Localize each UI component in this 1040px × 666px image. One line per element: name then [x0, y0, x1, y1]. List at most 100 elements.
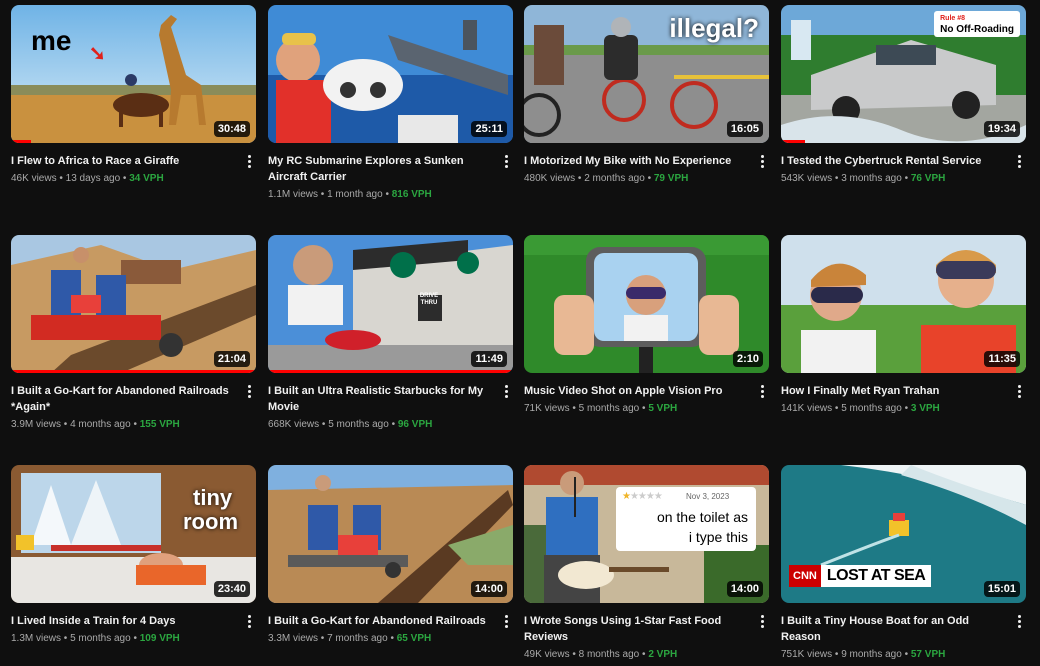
video-card[interactable]: DRIVE THRU 11:49 I Built an Ultra Realis…	[268, 235, 513, 433]
video-stats: 141K views • 5 months ago • 3 VPH	[781, 401, 1004, 417]
video-card[interactable]: 21:04 I Built a Go-Kart for Abandoned Ra…	[11, 235, 256, 433]
video-card[interactable]: illegal? 16:05 I Motorized My Bike with …	[524, 5, 769, 187]
more-options-icon[interactable]	[757, 383, 767, 399]
view-count: 1.3M views	[11, 633, 62, 644]
review-text-line: on the toilet as	[656, 509, 748, 525]
view-count: 3.3M views	[268, 633, 319, 644]
more-options-icon[interactable]	[244, 383, 254, 399]
video-duration: 19:34	[983, 121, 1020, 137]
separator: •	[901, 649, 911, 660]
separator: •	[569, 403, 579, 414]
video-thumbnail[interactable]: ★★★★★ Nov 3, 2023 on the toilet as i typ…	[524, 465, 769, 603]
video-thumbnail[interactable]: 11:35	[781, 235, 1026, 373]
video-title[interactable]: I Built a Go-Kart for Abandoned Railroad…	[268, 613, 491, 629]
separator: •	[644, 173, 654, 184]
upload-age: 3 months ago	[841, 173, 902, 184]
video-duration: 21:04	[213, 351, 250, 367]
video-thumbnail[interactable]: illegal? 16:05	[524, 5, 769, 143]
thumbnail-overlay-text: illegal?	[669, 13, 759, 43]
vph-badge: 2 VPH	[648, 649, 678, 660]
star-rating-icon: ★★★★★	[622, 491, 663, 502]
separator: •	[569, 649, 579, 660]
upload-age: 13 days ago	[65, 173, 121, 184]
video-duration: 30:48	[213, 121, 250, 137]
video-card[interactable]: 25:11 My RC Submarine Explores a Sunken …	[268, 5, 513, 203]
video-thumbnail[interactable]: 25:11	[268, 5, 513, 143]
video-thumbnail[interactable]: 14:00	[268, 465, 513, 603]
video-thumbnail[interactable]: Rule #8 No Off-Roading 19:34	[781, 5, 1026, 143]
more-options-icon[interactable]	[757, 613, 767, 629]
vph-badge: 816 VPH	[391, 189, 432, 200]
video-title[interactable]: I Built a Go-Kart for Abandoned Railroad…	[11, 383, 234, 415]
view-count: 543K views	[781, 173, 833, 184]
separator: •	[61, 633, 71, 644]
rule-badge-label: Rule #8	[940, 15, 966, 22]
vph-badge: 57 VPH	[910, 649, 946, 660]
video-thumbnail[interactable]: DRIVE THRU 11:49	[268, 235, 513, 373]
more-options-icon[interactable]	[501, 383, 511, 399]
video-title[interactable]: I Lived Inside a Train for 4 Days	[11, 613, 234, 629]
video-title[interactable]: I Built an Ultra Realistic Starbucks for…	[268, 383, 491, 415]
more-options-icon[interactable]	[1014, 153, 1024, 169]
video-title[interactable]: I Wrote Songs Using 1-Star Fast Food Rev…	[524, 613, 747, 645]
video-stats: 71K views • 5 months ago • 5 VPH	[524, 401, 747, 417]
video-stats: 668K views • 5 months ago • 96 VPH	[268, 417, 491, 433]
video-stats: 1.3M views • 5 months ago • 109 VPH	[11, 631, 234, 647]
video-card[interactable]: Rule #8 No Off-Roading 19:34 I Tested th…	[781, 5, 1026, 187]
video-card[interactable]: 14:00 I Built a Go-Kart for Abandoned Ra…	[268, 465, 513, 647]
more-options-icon[interactable]	[1014, 383, 1024, 399]
video-thumbnail[interactable]: me ➘ 30:48	[11, 5, 256, 143]
upload-age: 2 months ago	[584, 173, 645, 184]
video-stats: 751K views • 9 months ago • 57 VPH	[781, 647, 1004, 663]
more-options-icon[interactable]	[1014, 613, 1024, 629]
news-headline: LOST AT SEA	[826, 567, 926, 584]
video-thumbnail[interactable]: 21:04	[11, 235, 256, 373]
upload-age: 7 months ago	[327, 633, 388, 644]
video-card[interactable]: ★★★★★ Nov 3, 2023 on the toilet as i typ…	[524, 465, 769, 663]
separator: •	[61, 419, 71, 430]
news-chyron: CNN LOST AT SEA	[789, 565, 932, 587]
vph-badge: 79 VPH	[653, 173, 689, 184]
separator: •	[388, 419, 398, 430]
vph-badge: 3 VPH	[910, 403, 940, 414]
video-title[interactable]: How I Finally Met Ryan Trahan	[781, 383, 1004, 399]
video-title[interactable]: Music Video Shot on Apple Vision Pro	[524, 383, 747, 399]
separator: •	[575, 173, 585, 184]
video-duration: 15:01	[983, 581, 1020, 597]
video-card[interactable]: 2:10 Music Video Shot on Apple Vision Pr…	[524, 235, 769, 417]
video-thumbnail[interactable]: CNN LOST AT SEA 15:01	[781, 465, 1026, 603]
video-title[interactable]: I Tested the Cybertruck Rental Service	[781, 153, 1004, 169]
separator: •	[832, 173, 842, 184]
video-title[interactable]: I Motorized My Bike with No Experience	[524, 153, 747, 169]
video-title[interactable]: I Built a Tiny House Boat for an Odd Rea…	[781, 613, 1004, 645]
view-count: 3.9M views	[11, 419, 62, 430]
video-duration: 14:00	[726, 581, 763, 597]
red-arrow-icon: ➘	[89, 43, 106, 65]
rule-badge-text: No Off-Roading	[940, 24, 1014, 35]
video-thumbnail[interactable]: 2:10	[524, 235, 769, 373]
more-options-icon[interactable]	[757, 153, 767, 169]
view-count: 46K views	[11, 173, 57, 184]
video-thumbnail[interactable]: tiny room 23:40	[11, 465, 256, 603]
more-options-icon[interactable]	[501, 153, 511, 169]
video-card[interactable]: CNN LOST AT SEA 15:01 I Built a Tiny Hou…	[781, 465, 1026, 663]
video-card[interactable]: tiny room 23:40 I Lived Inside a Train f…	[11, 465, 256, 647]
vph-badge: 76 VPH	[910, 173, 946, 184]
separator: •	[639, 649, 649, 660]
upload-age: 9 months ago	[841, 649, 902, 660]
video-card[interactable]: me ➘ 30:48 I Flew to Africa to Race a Gi…	[11, 5, 256, 187]
more-options-icon[interactable]	[244, 613, 254, 629]
video-duration: 2:10	[732, 351, 763, 367]
video-title[interactable]: I Flew to Africa to Race a Giraffe	[11, 153, 234, 169]
separator: •	[832, 403, 842, 414]
more-options-icon[interactable]	[244, 153, 254, 169]
video-card[interactable]: 11:35 How I Finally Met Ryan Trahan 141K…	[781, 235, 1026, 417]
vph-badge: 155 VPH	[139, 419, 180, 430]
more-options-icon[interactable]	[501, 613, 511, 629]
video-stats: 46K views • 13 days ago • 34 VPH	[11, 171, 234, 187]
view-count: 1.1M views	[268, 189, 319, 200]
video-title[interactable]: My RC Submarine Explores a Sunken Aircra…	[268, 153, 491, 185]
view-count: 49K views	[524, 649, 570, 660]
video-stats: 3.3M views • 7 months ago • 65 VPH	[268, 631, 491, 647]
separator: •	[319, 419, 329, 430]
